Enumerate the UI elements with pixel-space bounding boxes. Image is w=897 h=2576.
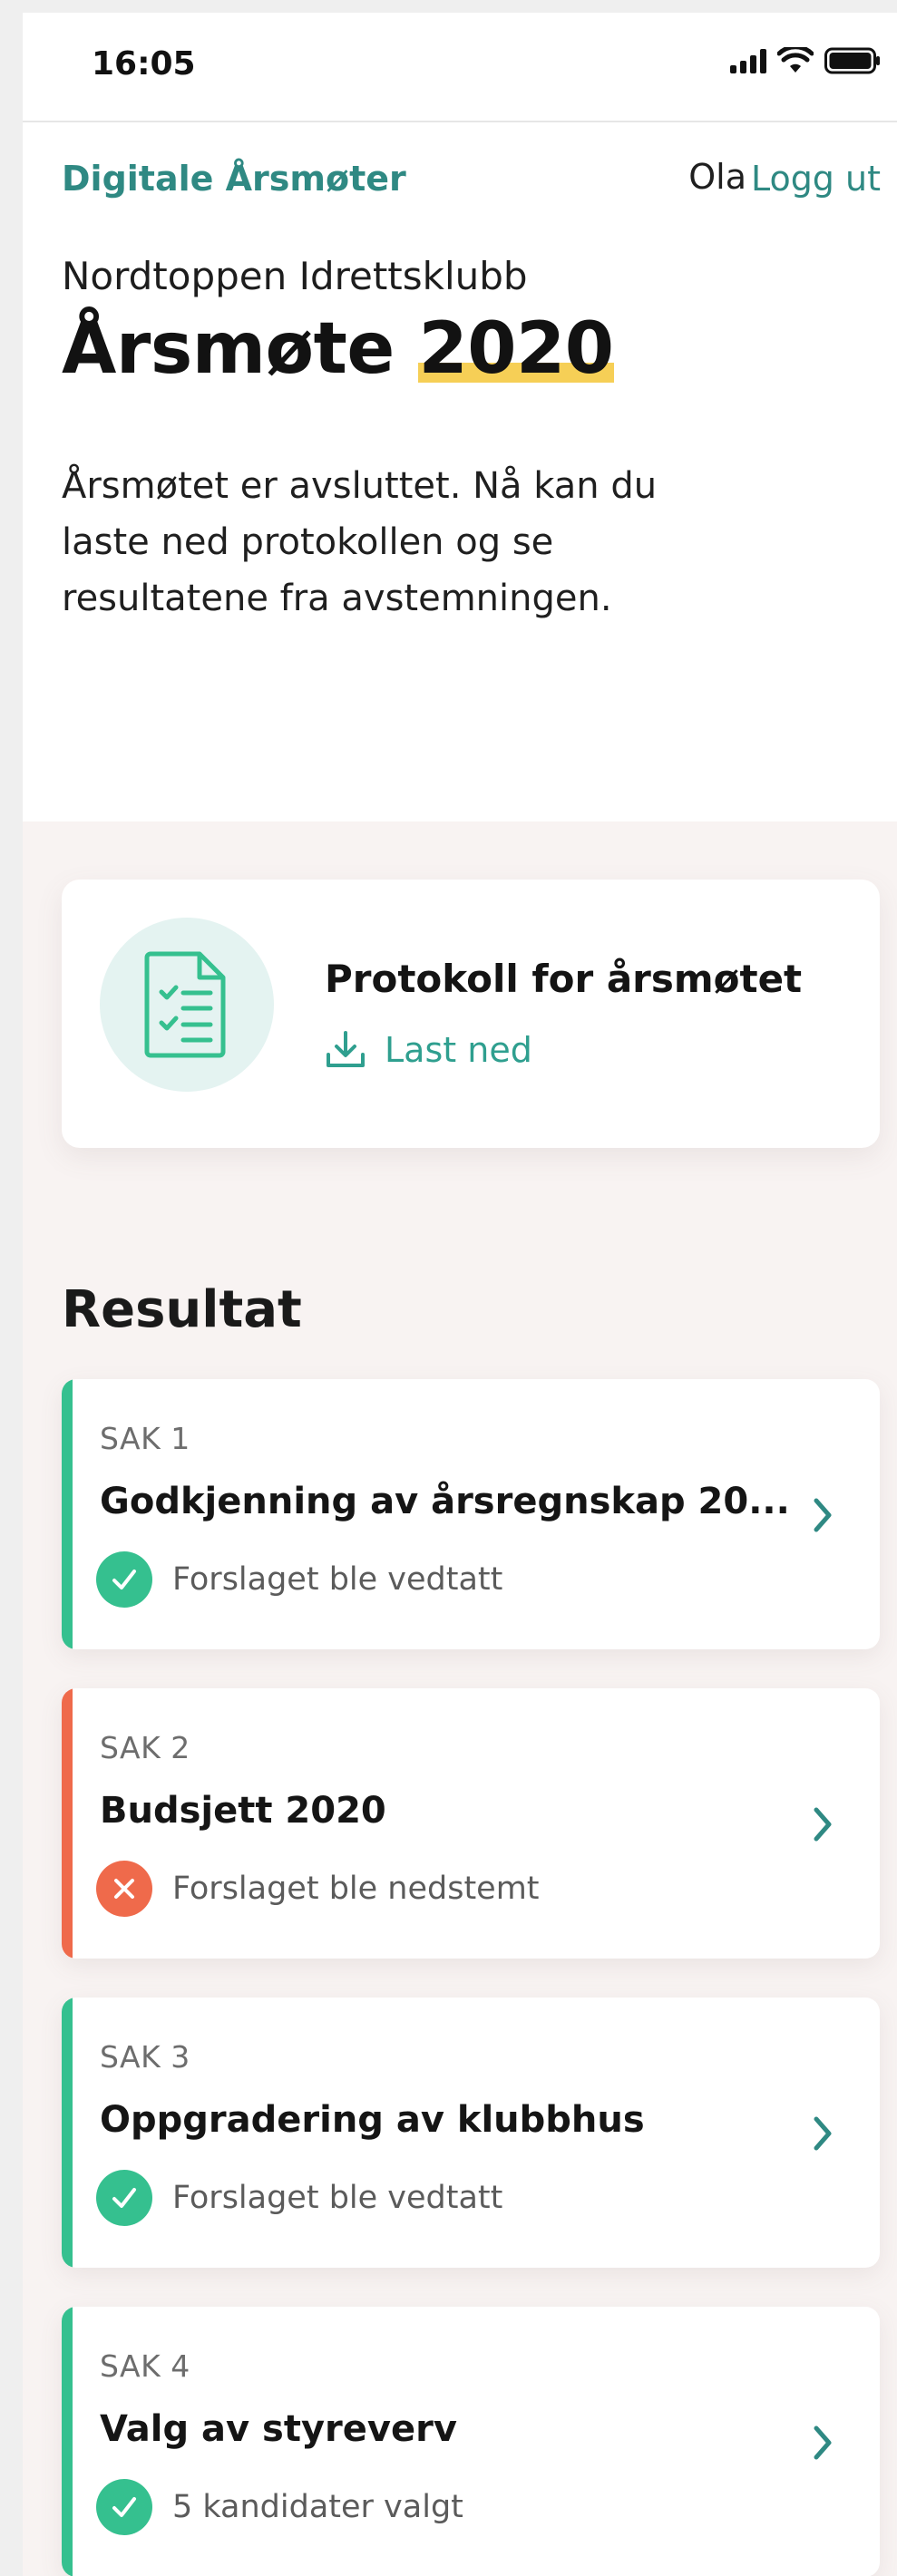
user-name: Ola [688, 157, 746, 197]
download-link[interactable]: Last ned [325, 1029, 532, 1071]
case-card[interactable]: SAK 1 Godkjenning av årsregnskap 20... For… [62, 1379, 880, 1649]
signal-icon [730, 48, 766, 73]
download-icon [327, 1031, 365, 1067]
chevron-right-icon [814, 1807, 832, 1842]
case-status-text: 5 kandidater valgt [172, 2489, 463, 2525]
protocol-title: Protokoll for årsmøtet [325, 957, 803, 1001]
case-status: 5 kandidater valgt [96, 2479, 463, 2535]
case-title: Godkjenning av årsregnskap 20... [100, 1481, 790, 1522]
intro-text: Årsmøtet er avsluttet. Nå kan du laste n… [62, 465, 658, 619]
organization-name: Nordtoppen Idrettsklubb [62, 254, 528, 298]
case-title: Budsjett 2020 [100, 1790, 386, 1832]
hero-section: Nordtoppen Idrettsklubb Årsmøte 2020 Års… [23, 245, 897, 821]
chevron-right-icon [814, 1498, 832, 1532]
case-status: Forslaget ble vedtatt [96, 2170, 502, 2226]
title-prefix: Årsmøte [62, 308, 395, 390]
title-year: 2020 [418, 308, 614, 390]
protocol-card: Protokoll for årsmøtet Last ned [62, 880, 880, 1148]
results-heading: Resultat [62, 1280, 302, 1339]
status-time: 16:05 [92, 45, 196, 83]
case-status: Forslaget ble vedtatt [96, 1551, 502, 1608]
chevron-right-icon [814, 2116, 832, 2151]
case-card[interactable]: SAK 2 Budsjett 2020 Forslaget ble nedstemt [62, 1688, 880, 1959]
checkmark-icon [96, 2479, 152, 2535]
status-icons [730, 47, 881, 74]
checkmark-icon [96, 1551, 152, 1608]
logout-link[interactable]: Logg ut [751, 159, 881, 199]
case-label: SAK 1 [100, 1421, 190, 1456]
case-status-stripe [62, 2307, 73, 2576]
case-card[interactable]: SAK 4 Valg av styreverv 5 kandidater valgt [62, 2307, 880, 2576]
case-status-stripe [62, 1688, 73, 1959]
wifi-icon [777, 47, 814, 73]
chevron-right-icon [814, 2425, 832, 2460]
case-status-stripe [62, 1379, 73, 1649]
case-title: Valg av styreverv [100, 2408, 457, 2450]
checkmark-icon [96, 2170, 152, 2226]
case-label: SAK 2 [100, 1730, 190, 1765]
case-title: Oppgradering av klubbhus [100, 2099, 645, 2141]
close-icon [96, 1861, 152, 1917]
download-label: Last ned [385, 1030, 532, 1070]
case-label: SAK 4 [100, 2348, 190, 2384]
app-header: Digitale Årsmøter Ola Logg ut [23, 122, 897, 245]
case-status-text: Forslaget ble nedstemt [172, 1871, 540, 1907]
case-status-text: Forslaget ble vedtatt [172, 1561, 503, 1598]
case-label: SAK 3 [100, 2039, 190, 2075]
case-card[interactable]: SAK 3 Oppgradering av klubbhus Forslaget b… [62, 1998, 880, 2268]
battery-icon [824, 47, 880, 74]
document-checklist-icon [100, 918, 274, 1092]
status-bar: 16:05 [23, 13, 897, 122]
case-status: Forslaget ble nedstemt [96, 1861, 540, 1917]
case-status-text: Forslaget ble vedtatt [172, 2180, 503, 2216]
phone-screen: 16:05 Digitale Årsmøter Ola Logg ut Nord… [23, 13, 897, 2576]
page-title: Årsmøte 2020 [62, 308, 614, 390]
case-status-stripe [62, 1998, 73, 2268]
brand-logo[interactable]: Digitale Årsmøter [62, 159, 406, 199]
